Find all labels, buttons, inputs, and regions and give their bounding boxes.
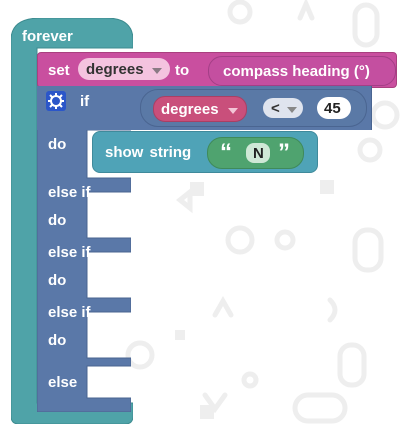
- comparison-left-value: degrees: [161, 101, 219, 118]
- compass-heading-reporter[interactable]: compass heading (°): [208, 56, 396, 86]
- comparison-block[interactable]: degrees < 45: [140, 89, 367, 127]
- do-label-3: do: [48, 272, 67, 289]
- string-value: N: [253, 145, 264, 162]
- set-label: set: [48, 62, 70, 79]
- operator-value: <: [271, 100, 280, 117]
- to-label: to: [175, 62, 190, 79]
- compass-heading-label: compass heading (°): [223, 63, 370, 80]
- else-label: else: [48, 374, 78, 391]
- open-quote: “: [220, 139, 232, 166]
- if-gear-icon[interactable]: [46, 91, 66, 111]
- dropdown-arrow-icon: [281, 101, 297, 118]
- else-if-label-1: else if: [48, 184, 91, 201]
- else-if-label-3: else if: [48, 304, 91, 321]
- set-variable-block[interactable]: set degrees to compass heading (°): [37, 52, 397, 88]
- forever-label: forever: [22, 28, 73, 45]
- variable-name: degrees: [86, 61, 144, 78]
- show-string-block[interactable]: show string “ N ”: [92, 131, 318, 173]
- if-label: if: [80, 93, 90, 110]
- show-string-label: show string: [105, 144, 192, 161]
- string-literal-block[interactable]: “ N ”: [207, 137, 304, 169]
- else-if-label-2: else if: [48, 244, 91, 261]
- string-value-field[interactable]: N: [246, 143, 270, 163]
- do-label: do: [48, 136, 67, 153]
- close-quote: ”: [278, 139, 290, 166]
- dropdown-arrow-icon: [222, 102, 238, 119]
- comparison-left-variable[interactable]: degrees: [153, 96, 247, 122]
- do-label-2: do: [48, 212, 67, 229]
- dropdown-arrow-icon: [146, 62, 162, 79]
- operator-dropdown[interactable]: <: [263, 98, 303, 118]
- do-label-4: do: [48, 332, 67, 349]
- gear-icon: [48, 93, 64, 109]
- number-value: 45: [324, 100, 341, 117]
- number-input[interactable]: 45: [317, 97, 351, 119]
- variable-dropdown[interactable]: degrees: [78, 58, 170, 80]
